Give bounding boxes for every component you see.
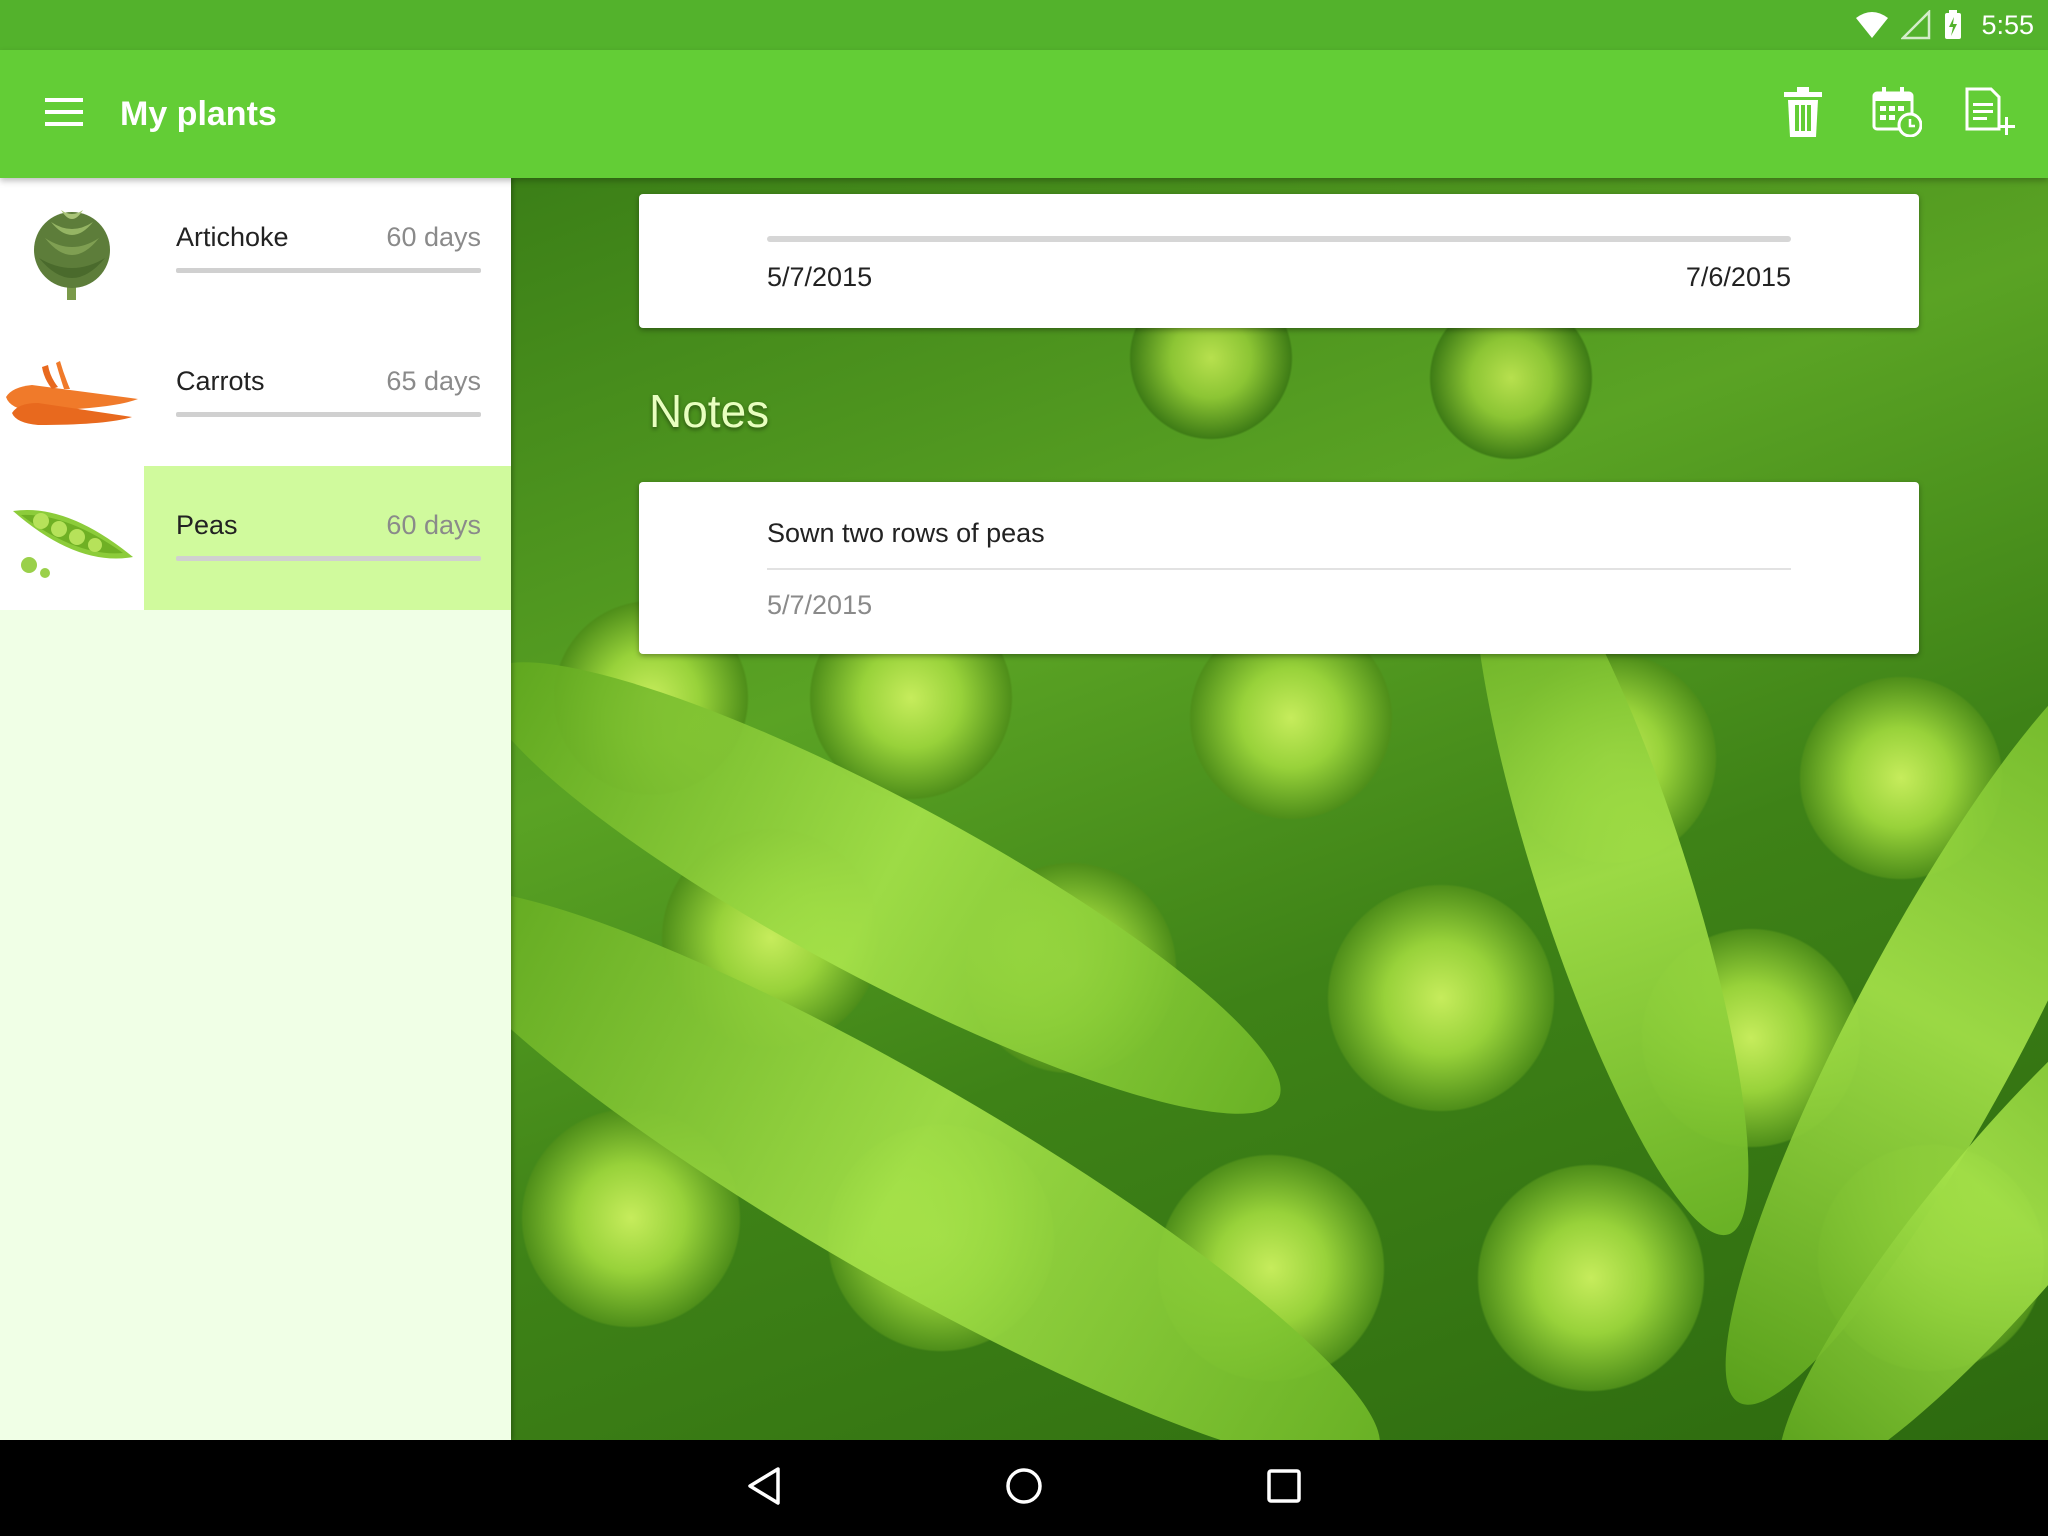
plant-info: Peas 60 days xyxy=(144,466,511,610)
menu-button[interactable] xyxy=(0,50,128,178)
battery-charging-icon xyxy=(1943,9,1963,41)
plant-name: Peas xyxy=(176,510,238,540)
hamburger-menu-icon xyxy=(45,97,83,131)
recents-button[interactable] xyxy=(1239,1443,1329,1533)
app-bar: My plants xyxy=(0,50,2048,178)
note-text: Sown two rows of peas xyxy=(767,518,1045,548)
clock: 5:55 xyxy=(1981,9,2034,40)
note-card[interactable]: Sown two rows of peas 5/7/2015 xyxy=(639,482,1919,654)
home-icon xyxy=(1004,1466,1044,1511)
plant-item-peas[interactable]: Peas 60 days xyxy=(0,466,511,610)
carrots-thumbnail xyxy=(0,322,144,466)
app-root: 5:55 My plants Artichoke 60 days Carrots… xyxy=(0,0,2048,1536)
notes-heading: Notes xyxy=(649,385,770,437)
page-title: My plants xyxy=(120,94,277,133)
plant-progress-bar xyxy=(176,412,481,417)
note-date: 5/7/2015 xyxy=(767,590,873,620)
toolbar-actions xyxy=(1756,59,2048,169)
plant-name: Artichoke xyxy=(176,222,289,252)
start-date: 5/7/2015 xyxy=(767,262,873,292)
schedule-button[interactable] xyxy=(1850,59,1944,169)
add-note-button[interactable] xyxy=(1944,59,2038,169)
add-note-icon xyxy=(1965,87,2017,142)
wifi-icon xyxy=(1855,10,1889,40)
cellular-signal-icon xyxy=(1901,10,1931,40)
plant-detail: 5/7/2015 7/6/2015 Notes Sown two rows of… xyxy=(511,178,2048,1440)
home-button[interactable] xyxy=(979,1443,1069,1533)
back-icon xyxy=(746,1466,782,1511)
peas-thumbnail xyxy=(0,466,144,610)
growth-timeline-card: 5/7/2015 7/6/2015 xyxy=(639,194,1919,328)
calendar-schedule-icon xyxy=(1872,86,1923,142)
plant-days: 60 days xyxy=(386,222,481,252)
plant-progress-bar xyxy=(176,268,481,273)
recents-icon xyxy=(1266,1468,1302,1509)
plant-info: Artichoke 60 days xyxy=(144,178,511,322)
back-button[interactable] xyxy=(719,1443,809,1533)
plant-item-artichoke[interactable]: Artichoke 60 days xyxy=(0,178,511,322)
growth-progress-bar xyxy=(767,236,1791,242)
delete-button[interactable] xyxy=(1756,59,1850,169)
plant-list: Artichoke 60 days Carrots 65 days Peas 6… xyxy=(0,178,511,1440)
plant-days: 65 days xyxy=(386,366,481,396)
plant-days: 60 days xyxy=(386,510,481,540)
navigation-bar xyxy=(0,1440,2048,1536)
plant-name: Carrots xyxy=(176,366,265,396)
plant-item-carrots[interactable]: Carrots 65 days xyxy=(0,322,511,466)
plant-info: Carrots 65 days xyxy=(144,322,511,466)
plant-progress-bar xyxy=(176,556,481,561)
artichoke-thumbnail xyxy=(0,178,144,322)
status-bar: 5:55 xyxy=(0,0,2048,50)
divider xyxy=(767,568,1791,570)
delete-icon xyxy=(1784,86,1822,142)
end-date: 7/6/2015 xyxy=(1685,262,1791,292)
